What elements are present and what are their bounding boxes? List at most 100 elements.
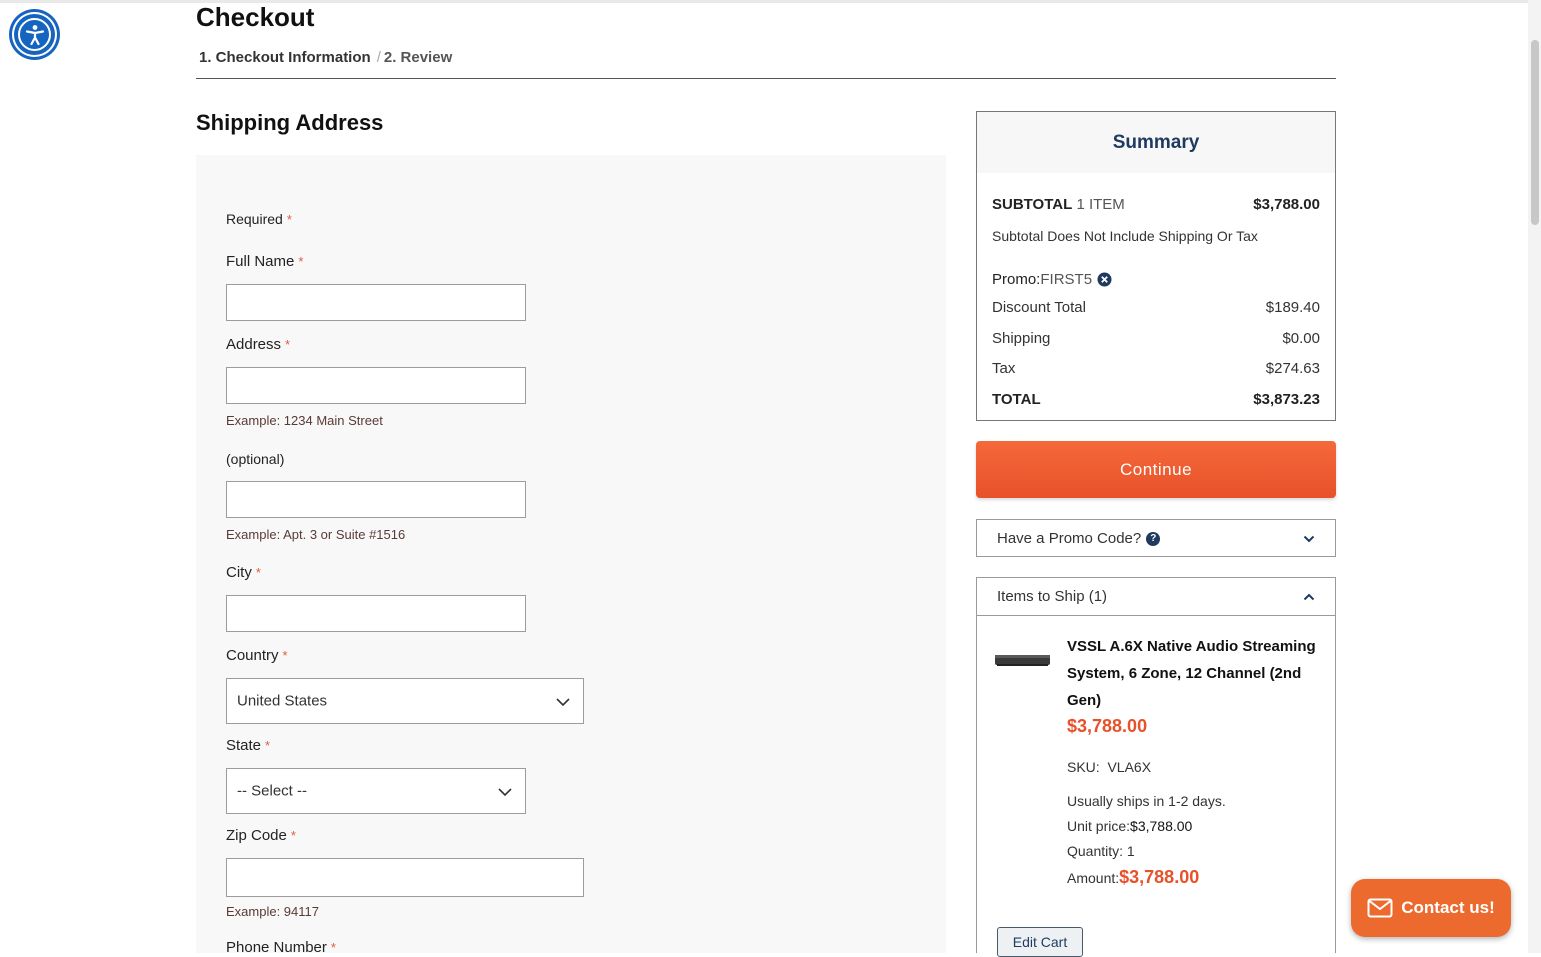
state-select-value: -- Select -- bbox=[237, 782, 308, 800]
shipping-value: $0.00 bbox=[1282, 330, 1320, 347]
discount-value: $189.40 bbox=[1265, 299, 1320, 316]
unit-price-value: $3,788.00 bbox=[1130, 818, 1193, 834]
discount-label: Discount Total bbox=[992, 299, 1086, 316]
sku-label: SKU: bbox=[1067, 759, 1100, 775]
items-to-ship-label: Items to Ship (1) bbox=[997, 588, 1108, 605]
address-label: Address * bbox=[226, 336, 290, 353]
unit-price-label: Unit price: bbox=[1067, 818, 1131, 834]
subtotal-row: SUBTOTAL 1 ITEM $3,788.00 bbox=[992, 196, 1320, 213]
total-row: TOTAL $3,873.23 bbox=[992, 391, 1320, 408]
promo-row: Promo: FIRST5 bbox=[992, 271, 1320, 288]
tax-row: Tax $274.63 bbox=[992, 360, 1320, 377]
product-price: $3,788.00 bbox=[1067, 716, 1148, 736]
amount: Amount:$3,788.00 bbox=[1067, 867, 1199, 888]
scrollbar-thumb[interactable] bbox=[1531, 40, 1539, 225]
shipping-row: Shipping $0.00 bbox=[992, 330, 1320, 347]
accessibility-button[interactable] bbox=[12, 12, 57, 57]
required-marker: * bbox=[265, 738, 271, 753]
quantity: Quantity: 1 bbox=[1067, 843, 1135, 859]
summary-title: Summary bbox=[977, 112, 1335, 173]
phone-label: Phone Number * bbox=[226, 939, 336, 956]
total-value: $3,873.23 bbox=[1253, 391, 1320, 408]
city-label: City * bbox=[226, 564, 261, 581]
sku-value: VLA6X bbox=[1107, 759, 1152, 775]
full-name-input[interactable] bbox=[226, 284, 526, 321]
country-label-text: Country bbox=[226, 647, 279, 664]
subtotal-label: SUBTOTAL bbox=[992, 196, 1073, 213]
accessibility-icon bbox=[18, 18, 51, 51]
promo-code: FIRST5 bbox=[1040, 271, 1093, 288]
country-select[interactable]: United States bbox=[226, 678, 584, 724]
product-sku: SKU: VLA6X bbox=[1067, 759, 1151, 775]
tax-value: $274.63 bbox=[1265, 360, 1320, 377]
chevron-down-icon bbox=[556, 698, 570, 707]
remove-promo-icon[interactable] bbox=[1097, 272, 1112, 288]
phone-label-text: Phone Number bbox=[226, 939, 327, 956]
promo-code-header[interactable]: Have a Promo Code? ? bbox=[977, 520, 1335, 557]
step-separator: / bbox=[376, 49, 381, 66]
shipping-address-title: Shipping Address bbox=[196, 110, 384, 135]
ships-note: Usually ships in 1-2 days. bbox=[1067, 793, 1226, 809]
checkout-steps: 1. Checkout Information /2. Review bbox=[199, 49, 452, 66]
quantity-value: 1 bbox=[1126, 843, 1135, 859]
address2-hint: Example: Apt. 3 or Suite #1516 bbox=[226, 527, 406, 542]
scrollbar[interactable] bbox=[1528, 0, 1541, 953]
required-marker: * bbox=[285, 337, 291, 352]
address-label-text: Address bbox=[226, 336, 282, 353]
shipping-label: Shipping bbox=[992, 330, 1051, 347]
step-review: 2. Review bbox=[383, 49, 453, 66]
zip-input[interactable] bbox=[226, 858, 584, 897]
promo-code-accordion[interactable]: Have a Promo Code? ? bbox=[976, 519, 1336, 557]
state-select[interactable]: -- Select -- bbox=[226, 768, 526, 814]
address-input[interactable] bbox=[226, 367, 526, 404]
zip-label-text: Zip Code bbox=[226, 827, 287, 844]
required-note: Required * bbox=[226, 211, 292, 227]
city-label-text: City bbox=[226, 564, 252, 581]
order-summary: Summary SUBTOTAL 1 ITEM $3,788.00 Subtot… bbox=[976, 111, 1336, 421]
required-marker: * bbox=[255, 565, 261, 580]
quantity-label: Quantity: bbox=[1067, 843, 1124, 859]
step-checkout-information: 1. Checkout Information bbox=[199, 49, 371, 66]
address-hint: Example: 1234 Main Street bbox=[226, 413, 383, 428]
amount-value: $3,788.00 bbox=[1119, 867, 1200, 887]
address2-label: (optional) bbox=[226, 451, 285, 467]
subtotal-items: 1 ITEM bbox=[1076, 196, 1125, 213]
city-input[interactable] bbox=[226, 595, 526, 632]
chevron-up-icon bbox=[1303, 593, 1315, 600]
country-select-value: United States bbox=[237, 692, 328, 710]
discount-row: Discount Total $189.40 bbox=[992, 299, 1320, 316]
zip-label: Zip Code * bbox=[226, 827, 296, 844]
required-marker: * bbox=[286, 212, 292, 227]
promo-code-label: Have a Promo Code? bbox=[997, 530, 1142, 547]
tax-label: Tax bbox=[992, 360, 1016, 377]
state-label-text: State bbox=[226, 737, 262, 754]
product-image[interactable] bbox=[994, 653, 1051, 667]
subtotal-value: $3,788.00 bbox=[1253, 196, 1320, 213]
contact-us-label: Contact us! bbox=[1401, 898, 1495, 917]
page-title: Checkout bbox=[196, 2, 315, 32]
product-name[interactable]: VSSL A.6X Native Audio Streaming System,… bbox=[1067, 633, 1322, 714]
promo-label: Promo: bbox=[992, 271, 1041, 288]
chevron-down-icon bbox=[498, 788, 512, 797]
amount-label: Amount: bbox=[1067, 870, 1120, 886]
country-label: Country * bbox=[226, 647, 288, 664]
required-text: Required bbox=[226, 211, 283, 227]
items-to-ship-panel: Items to Ship (1) VSSL A.6X Native Audio… bbox=[976, 577, 1336, 957]
state-label: State * bbox=[226, 737, 270, 754]
items-to-ship-header[interactable]: Items to Ship (1) bbox=[977, 578, 1335, 616]
full-name-label: Full Name * bbox=[226, 253, 303, 270]
total-label: TOTAL bbox=[992, 391, 1041, 408]
help-icon: ? bbox=[1146, 531, 1161, 546]
subtotal-note-text: Subtotal Does Not Include Shipping Or Ta… bbox=[992, 228, 1258, 244]
mail-icon bbox=[1367, 898, 1393, 918]
address2-input[interactable] bbox=[226, 481, 526, 518]
unit-price: Unit price:$3,788.00 bbox=[1067, 818, 1192, 834]
continue-button[interactable]: Continue bbox=[976, 441, 1336, 498]
full-name-label-text: Full Name bbox=[226, 253, 295, 270]
subtotal-note: Subtotal Does Not Include Shipping Or Ta… bbox=[992, 228, 1320, 244]
contact-us-button[interactable]: Contact us! bbox=[1351, 879, 1511, 937]
chevron-down-icon bbox=[1303, 535, 1315, 542]
required-marker: * bbox=[298, 254, 304, 269]
required-marker: * bbox=[290, 828, 296, 843]
shipping-form-panel bbox=[196, 155, 946, 953]
